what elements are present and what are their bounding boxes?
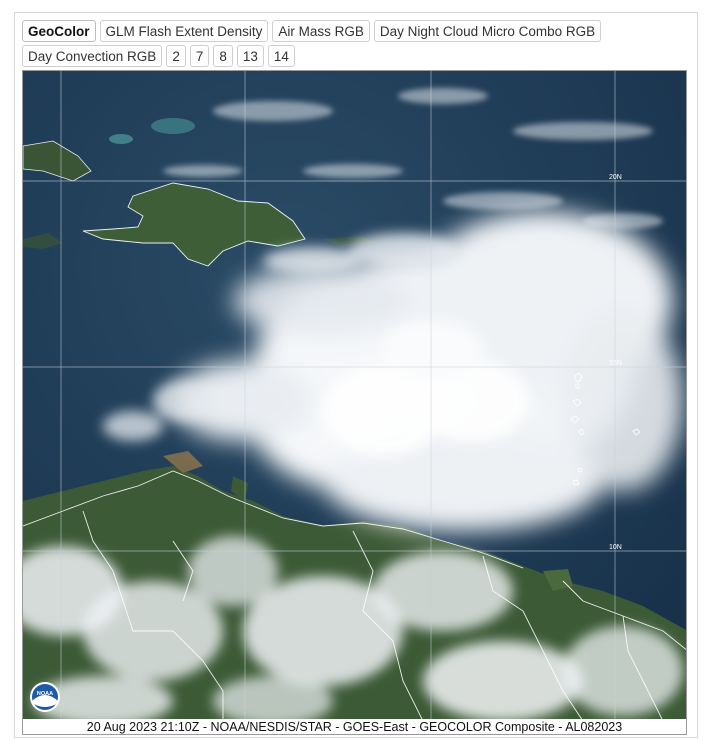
tab-band-13[interactable]: 13	[236, 45, 264, 67]
lat-label-10n: 10N	[609, 544, 622, 551]
tab-band-14[interactable]: 14	[267, 45, 295, 67]
lat-label-15n: 15N	[609, 360, 622, 367]
tab-day-night-cloud-micro-combo-rgb[interactable]: Day Night Cloud Micro Combo RGB	[373, 20, 602, 42]
tab-geocolor[interactable]: GeoColor	[22, 20, 96, 42]
product-tabs-row-2: Day Convection RGB 2 7 8 13 14	[22, 45, 295, 67]
image-caption: 20 Aug 2023 21:10Z - NOAA/NESDIS/STAR - …	[22, 719, 687, 735]
product-tabs-row-1: GeoColor GLM Flash Extent Density Air Ma…	[22, 20, 602, 42]
tab-glm-flash-extent-density[interactable]: GLM Flash Extent Density	[99, 20, 269, 42]
tab-air-mass-rgb[interactable]: Air Mass RGB	[272, 20, 370, 42]
noaa-logo: NOAA	[30, 682, 60, 712]
tab-band-2[interactable]: 2	[166, 45, 186, 67]
noaa-logo-text: NOAA	[37, 691, 53, 697]
tab-day-convection-rgb[interactable]: Day Convection RGB	[22, 45, 163, 67]
satellite-image-canvas: 20N 15N 10N NOAA	[23, 71, 686, 719]
turks-shoal	[109, 134, 133, 144]
tab-band-8[interactable]: 8	[213, 45, 233, 67]
bahamas-shoal	[151, 118, 195, 134]
satellite-image[interactable]: 20N 15N 10N NOAA	[22, 70, 687, 720]
lat-label-20n: 20N	[609, 174, 622, 181]
tab-band-7[interactable]: 7	[189, 45, 210, 67]
